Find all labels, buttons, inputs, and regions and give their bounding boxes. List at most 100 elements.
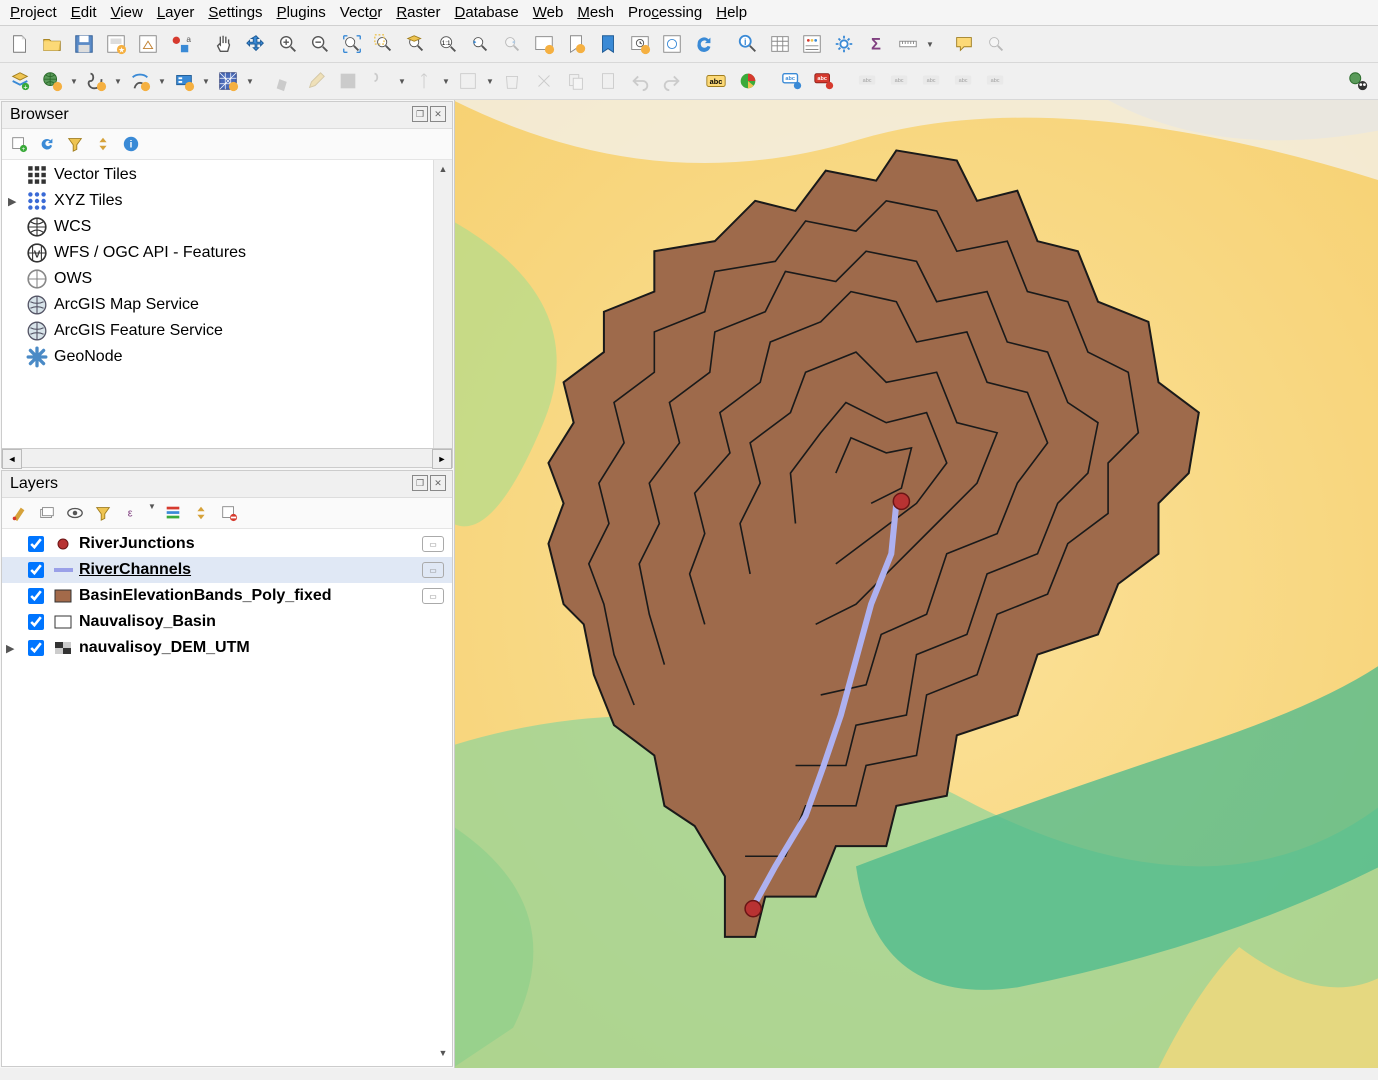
layers-list[interactable]: RiverJunctions▭RiverChannels▭BasinElevat…: [2, 529, 452, 1066]
menu-layer[interactable]: Layer: [157, 4, 195, 21]
new-shapefile-icon[interactable]: [82, 67, 110, 95]
layer-visibility-checkbox[interactable]: [28, 614, 44, 630]
undo-icon[interactable]: [626, 67, 654, 95]
new-project-icon[interactable]: [6, 30, 34, 58]
layers-close-icon[interactable]: ✕: [430, 475, 446, 491]
new-virtual-layer-icon[interactable]: [170, 67, 198, 95]
toggle-editing-icon[interactable]: [302, 67, 330, 95]
menu-processing[interactable]: Processing: [628, 4, 702, 21]
menu-vector[interactable]: Vector: [340, 4, 383, 21]
temp-layer-dropdown[interactable]: ▼: [158, 77, 166, 86]
menu-project[interactable]: Project: [10, 4, 57, 21]
layer-basinelevationbands_poly_fixed[interactable]: BasinElevationBands_Poly_fixed▭: [2, 583, 452, 609]
menu-mesh[interactable]: Mesh: [577, 4, 614, 21]
add-feature-dropdown[interactable]: ▼: [398, 77, 406, 86]
browser-close-icon[interactable]: ✕: [430, 106, 446, 122]
filter-legend-icon[interactable]: [92, 502, 114, 524]
statistics-icon[interactable]: Σ: [862, 30, 890, 58]
virtual-layer-dropdown[interactable]: ▼: [202, 77, 210, 86]
move-feature-dropdown[interactable]: ▼: [442, 77, 450, 86]
collapse-all-icon[interactable]: [92, 133, 114, 155]
new-3d-view-icon[interactable]: [982, 30, 1010, 58]
new-temporary-layer-icon[interactable]: [126, 67, 154, 95]
current-edits-icon[interactable]: [270, 67, 298, 95]
redo-icon[interactable]: [658, 67, 686, 95]
browser-item-arcgis-map-service[interactable]: ArcGIS Map Service: [2, 292, 433, 318]
new-mesh-layer-icon[interactable]: [214, 67, 242, 95]
menu-database[interactable]: Database: [455, 4, 519, 21]
open-data-source-manager-icon[interactable]: +: [6, 67, 34, 95]
menu-plugins[interactable]: Plugins: [277, 4, 326, 21]
filter-browser-icon[interactable]: [64, 133, 86, 155]
browser-vscroll[interactable]: ▲▼: [433, 160, 452, 448]
properties-widget-icon[interactable]: i: [120, 133, 142, 155]
browser-item-geonode[interactable]: GeoNode: [2, 344, 433, 370]
browser-item-wcs[interactable]: WCS: [2, 214, 433, 240]
new-print-layout-icon[interactable]: ★: [102, 30, 130, 58]
processing-toolbox-icon[interactable]: [830, 30, 858, 58]
menu-web[interactable]: Web: [533, 4, 564, 21]
temporal-controller-icon[interactable]: [626, 30, 654, 58]
new-bookmark-icon[interactable]: [562, 30, 590, 58]
cut-features-icon[interactable]: [530, 67, 558, 95]
no-action-icon[interactable]: [1344, 67, 1372, 95]
shapefile-dropdown[interactable]: ▼: [114, 77, 122, 86]
show-bookmarks-icon[interactable]: [594, 30, 622, 58]
paste-features-icon[interactable]: [594, 67, 622, 95]
layer-nauvalisoy_basin[interactable]: Nauvalisoy_Basin: [2, 609, 452, 635]
change-label-icon[interactable]: abc: [950, 67, 978, 95]
new-map-view-icon[interactable]: [530, 30, 558, 58]
vertex-tool-dropdown[interactable]: ▼: [486, 77, 494, 86]
layer-riverjunctions[interactable]: RiverJunctions▭: [2, 531, 452, 557]
browser-item-xyz-tiles[interactable]: ▶XYZ Tiles: [2, 188, 433, 214]
pin-labels-icon[interactable]: abc: [810, 67, 838, 95]
move-label-icon[interactable]: abc: [886, 67, 914, 95]
zoom-out-icon[interactable]: [306, 30, 334, 58]
zoom-full-icon[interactable]: [338, 30, 366, 58]
geopackage-dropdown[interactable]: ▼: [70, 77, 78, 86]
remove-layer-icon[interactable]: [218, 502, 240, 524]
browser-undock-icon[interactable]: ❐: [412, 106, 428, 122]
label-toolbar-abc-icon[interactable]: abc: [702, 67, 730, 95]
browser-item-ows[interactable]: OWS: [2, 266, 433, 292]
browser-item-vector-tiles[interactable]: Vector Tiles: [2, 162, 433, 188]
save-project-icon[interactable]: [70, 30, 98, 58]
browser-item-arcgis-feature-service[interactable]: ArcGIS Feature Service: [2, 318, 433, 344]
measure-dropdown[interactable]: ▼: [926, 40, 934, 49]
menu-view[interactable]: View: [111, 4, 143, 21]
copy-features-icon[interactable]: [562, 67, 590, 95]
browser-hscroll[interactable]: ◄►: [2, 448, 452, 467]
diagram-icon[interactable]: [734, 67, 762, 95]
layer-visibility-checkbox[interactable]: [28, 640, 44, 656]
browser-tree[interactable]: Vector Tiles▶XYZ TilesWCSVWFS / OGC API …: [2, 160, 433, 448]
layer-visibility-checkbox[interactable]: [28, 562, 44, 578]
add-group-icon[interactable]: [36, 502, 58, 524]
open-project-icon[interactable]: [38, 30, 66, 58]
menu-edit[interactable]: Edit: [71, 4, 97, 21]
add-feature-icon[interactable]: [366, 67, 394, 95]
highlight-pinned-labels-icon[interactable]: abc: [778, 67, 806, 95]
new-geopackage-icon[interactable]: [38, 67, 66, 95]
zoom-to-selection-icon[interactable]: [370, 30, 398, 58]
save-edits-icon[interactable]: [334, 67, 362, 95]
layer-riverchannels[interactable]: RiverChannels▭: [2, 557, 452, 583]
new-spatial-bookmark-icon[interactable]: [658, 30, 686, 58]
label-properties-icon[interactable]: abc: [982, 67, 1010, 95]
delete-selected-icon[interactable]: [498, 67, 526, 95]
refresh-browser-icon[interactable]: [36, 133, 58, 155]
zoom-to-layer-icon[interactable]: [402, 30, 430, 58]
expand-all-icon[interactable]: [162, 502, 184, 524]
map-tips-icon[interactable]: [950, 30, 978, 58]
layer-styling-icon[interactable]: [8, 502, 30, 524]
vertex-tool-icon[interactable]: [454, 67, 482, 95]
zoom-last-icon[interactable]: [466, 30, 494, 58]
filter-expression-icon[interactable]: ε: [120, 502, 142, 524]
menu-help[interactable]: Help: [716, 4, 747, 21]
pan-to-selection-icon[interactable]: [242, 30, 270, 58]
manage-visibility-icon[interactable]: [64, 502, 86, 524]
collapse-all-layers-icon[interactable]: [190, 502, 212, 524]
show-hide-labels-icon[interactable]: abc: [854, 67, 882, 95]
layers-undock-icon[interactable]: ❐: [412, 475, 428, 491]
open-attribute-table-icon[interactable]: [766, 30, 794, 58]
identify-icon[interactable]: i: [734, 30, 762, 58]
